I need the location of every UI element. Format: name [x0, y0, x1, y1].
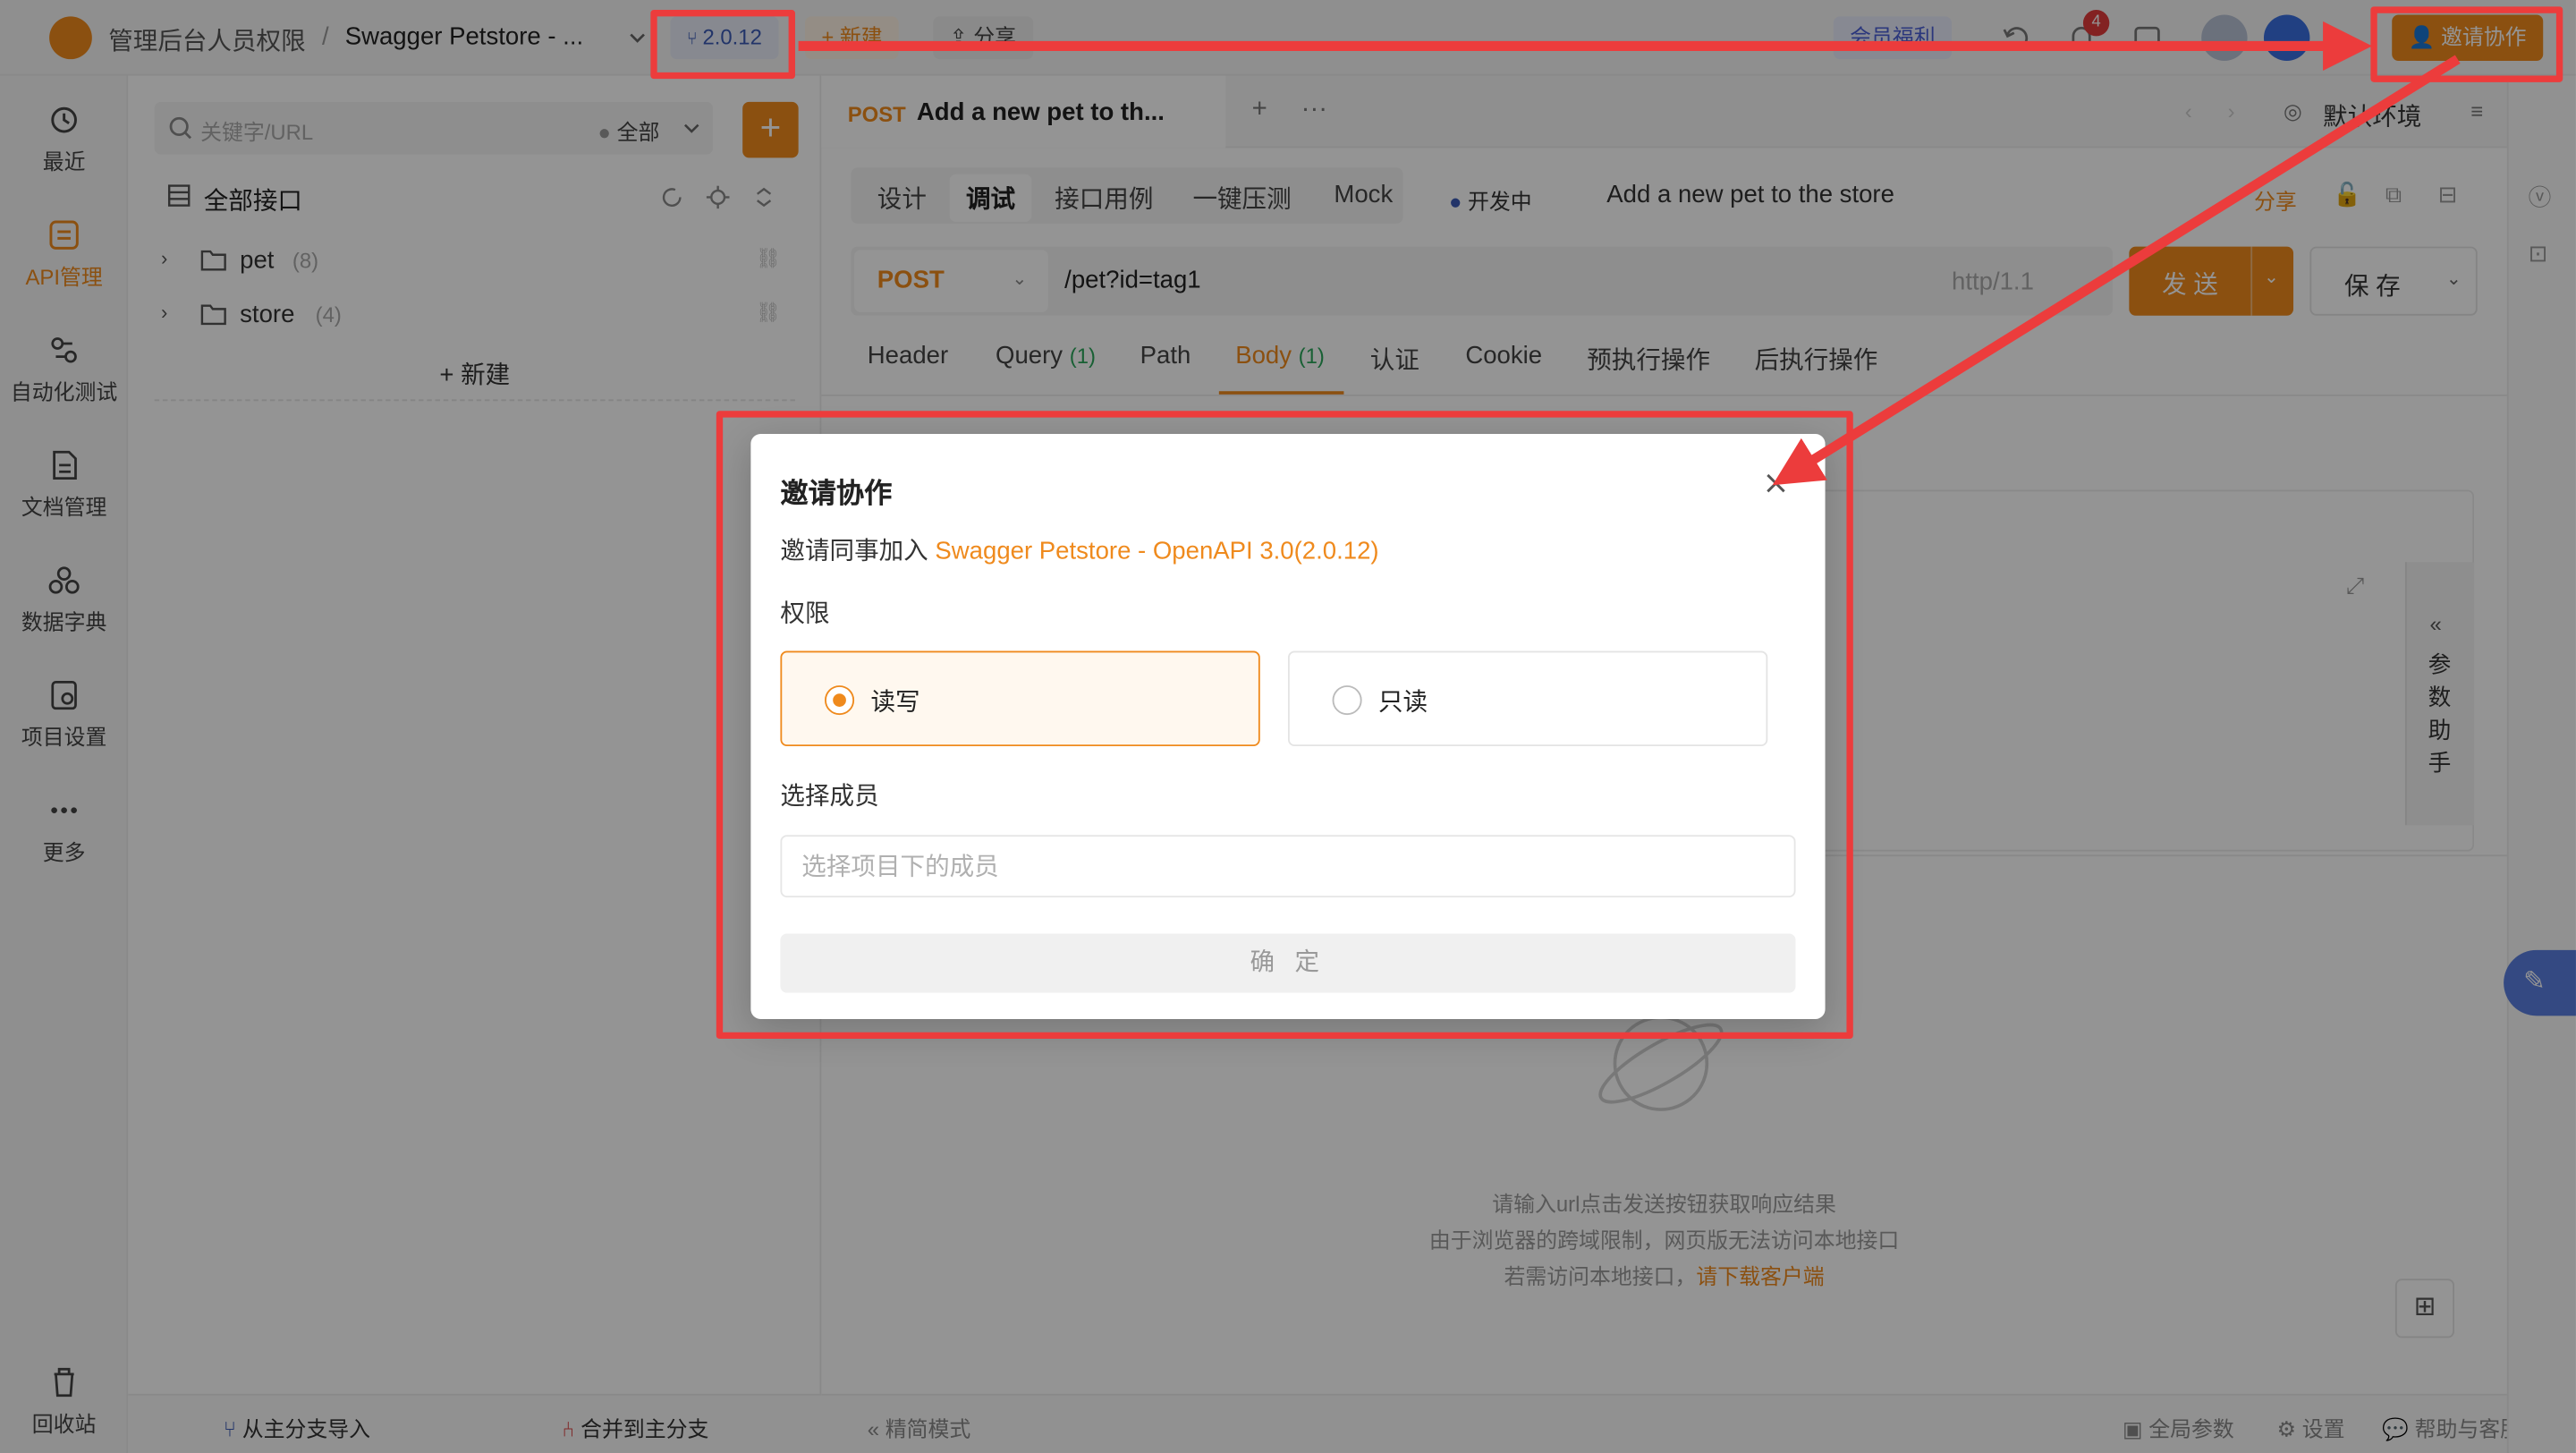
- annotation-arrows: [798, 21, 2461, 486]
- arrow-invite-to-dialog: [1772, 55, 2461, 486]
